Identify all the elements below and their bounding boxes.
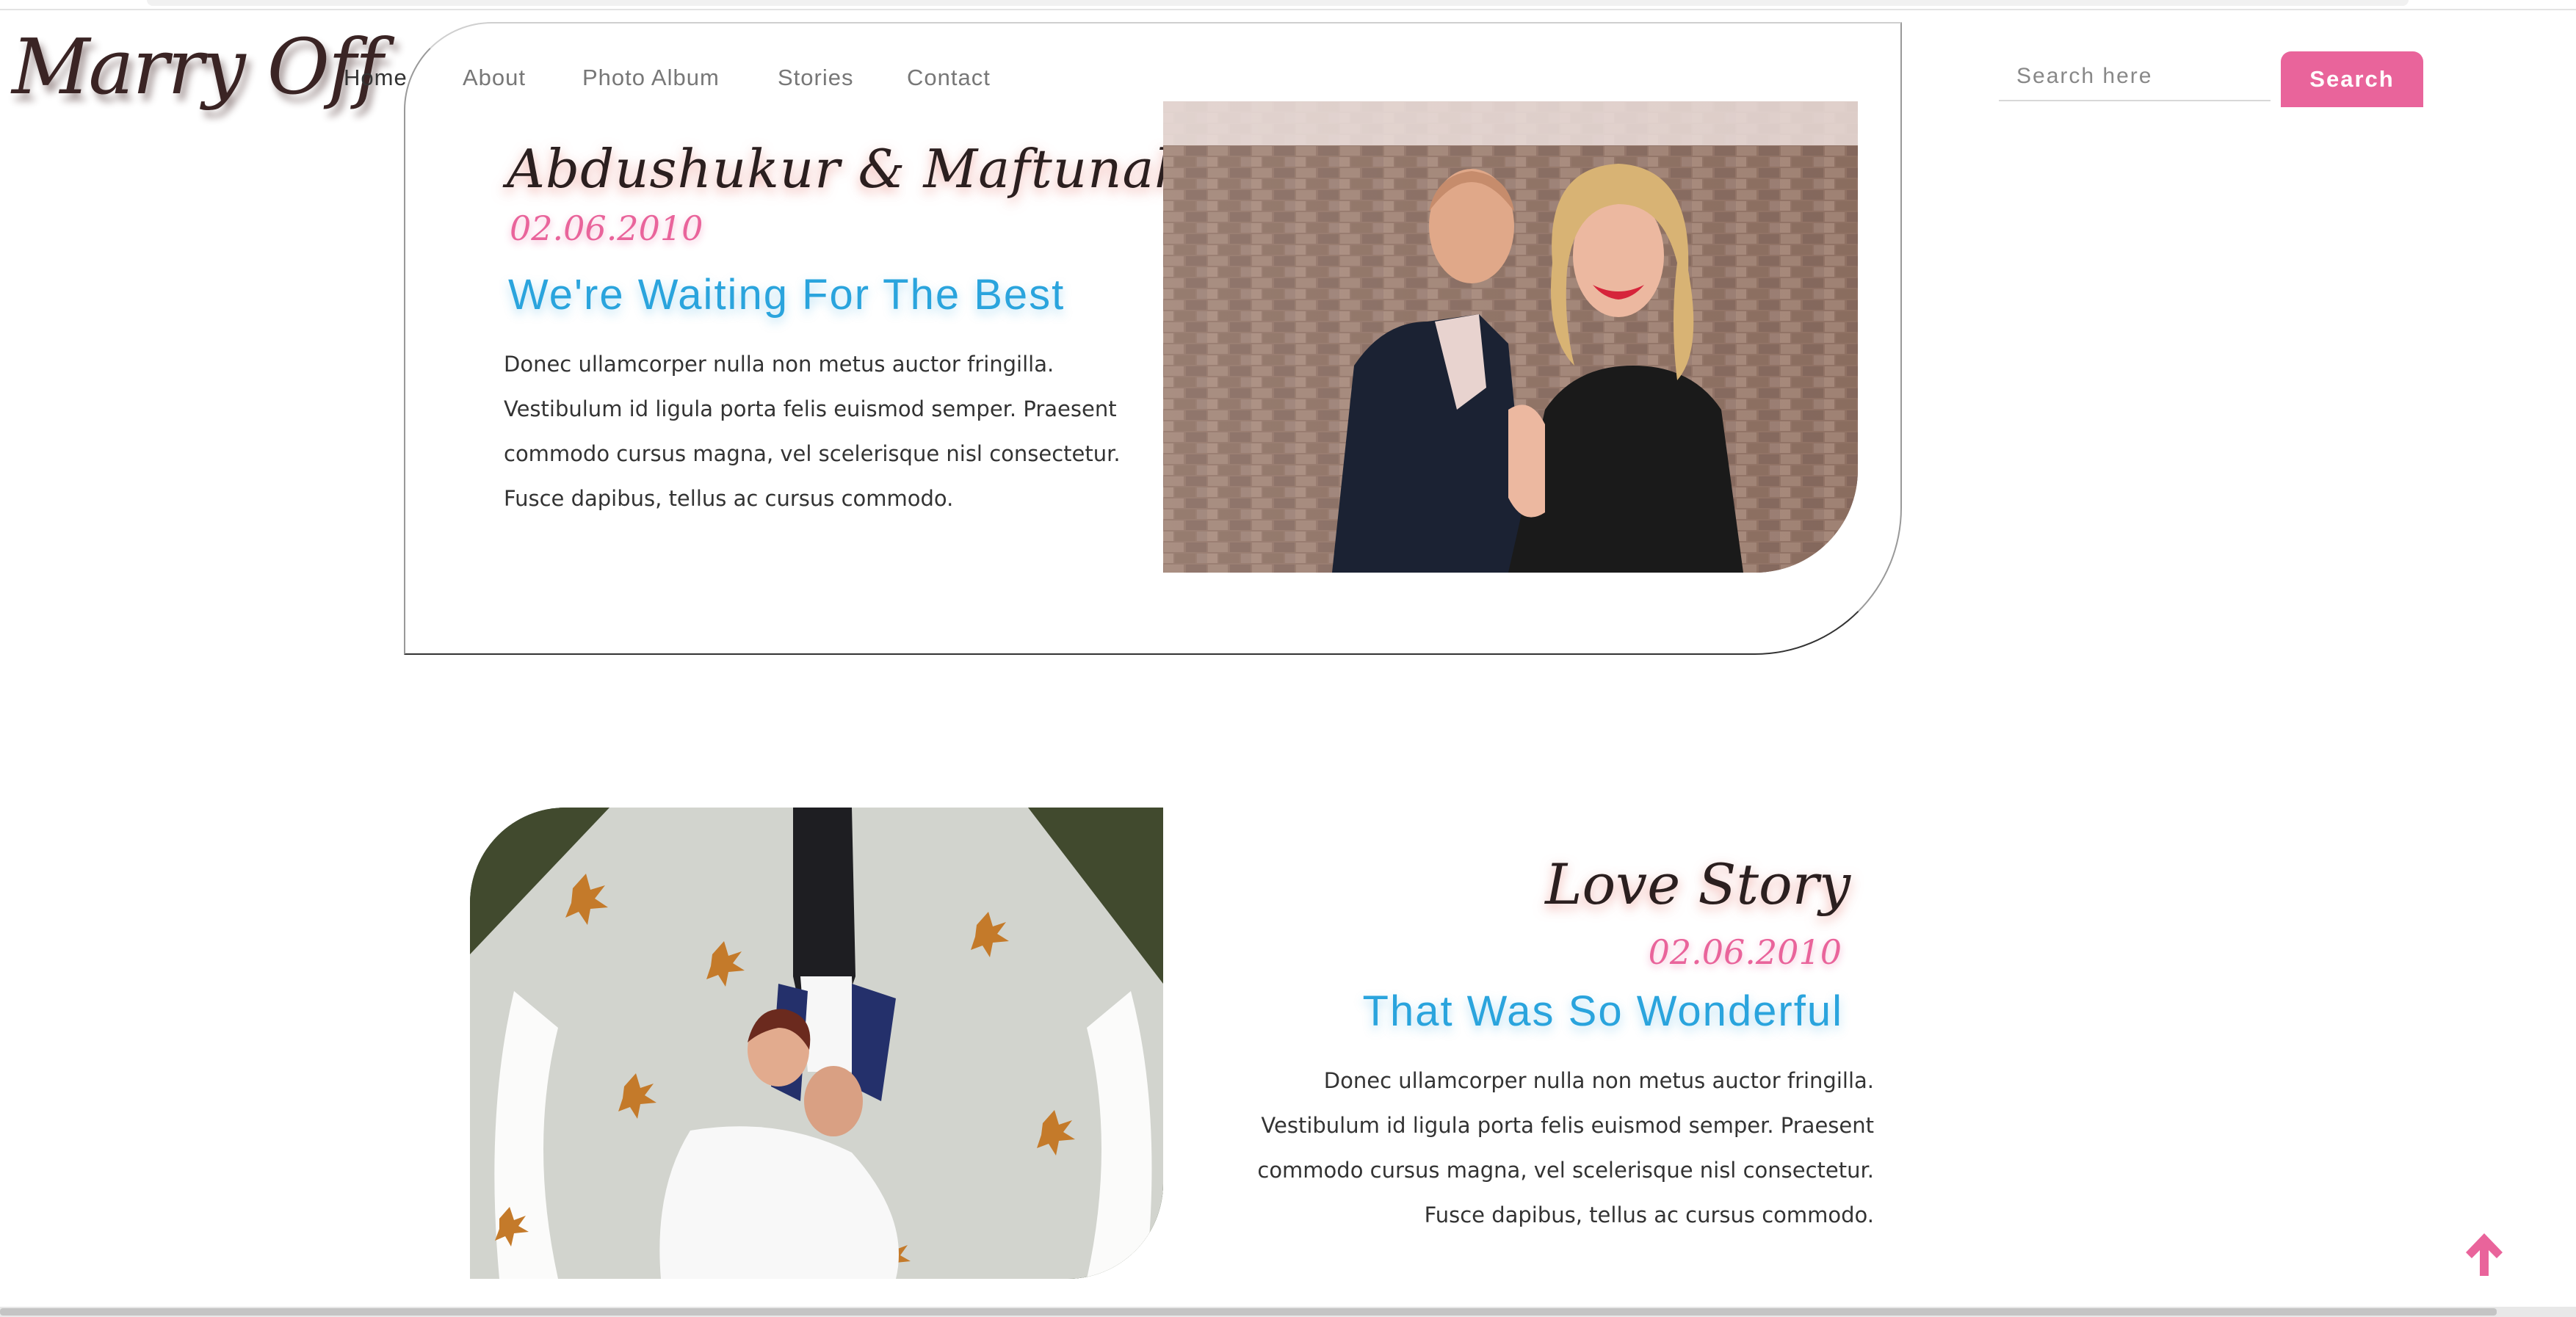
- couple-photo-image: [1163, 101, 1858, 573]
- arrow-up-icon: [2466, 1233, 2503, 1276]
- hero-date: 02.06.2010: [510, 208, 703, 248]
- nav-home[interactable]: Home: [344, 65, 408, 91]
- bride-groom-image: [470, 808, 1163, 1279]
- nav-photo-album[interactable]: Photo Album: [582, 65, 720, 91]
- nav-contact[interactable]: Contact: [907, 65, 991, 91]
- nav-about[interactable]: About: [463, 65, 526, 91]
- nav-stories[interactable]: Stories: [778, 65, 853, 91]
- search-button[interactable]: Search: [2281, 51, 2423, 107]
- story-date: 02.06.2010: [1648, 932, 1842, 972]
- browser-top-edge: [0, 0, 2576, 10]
- search-input[interactable]: [1999, 53, 2271, 101]
- story-heading: That Was So Wonderful: [1362, 987, 1843, 1035]
- scrollbar-thumb[interactable]: [0, 1308, 2497, 1316]
- couple-photo: [1163, 101, 1858, 573]
- scroll-top-button[interactable]: [2461, 1230, 2507, 1279]
- site-logo[interactable]: Marry Off: [12, 22, 383, 112]
- story-paragraph: Donec ullamcorper nulla non metus auctor…: [1257, 1068, 1874, 1227]
- hero-paragraph: Donec ullamcorper nulla non metus auctor…: [504, 352, 1121, 511]
- top-bar: [147, 0, 2409, 6]
- hero-heading: We're Waiting For The Best: [508, 271, 1066, 319]
- story-title: Love Story: [1545, 852, 1850, 917]
- bride-groom-photo: [470, 808, 1163, 1279]
- horizontal-scrollbar[interactable]: [0, 1307, 2576, 1317]
